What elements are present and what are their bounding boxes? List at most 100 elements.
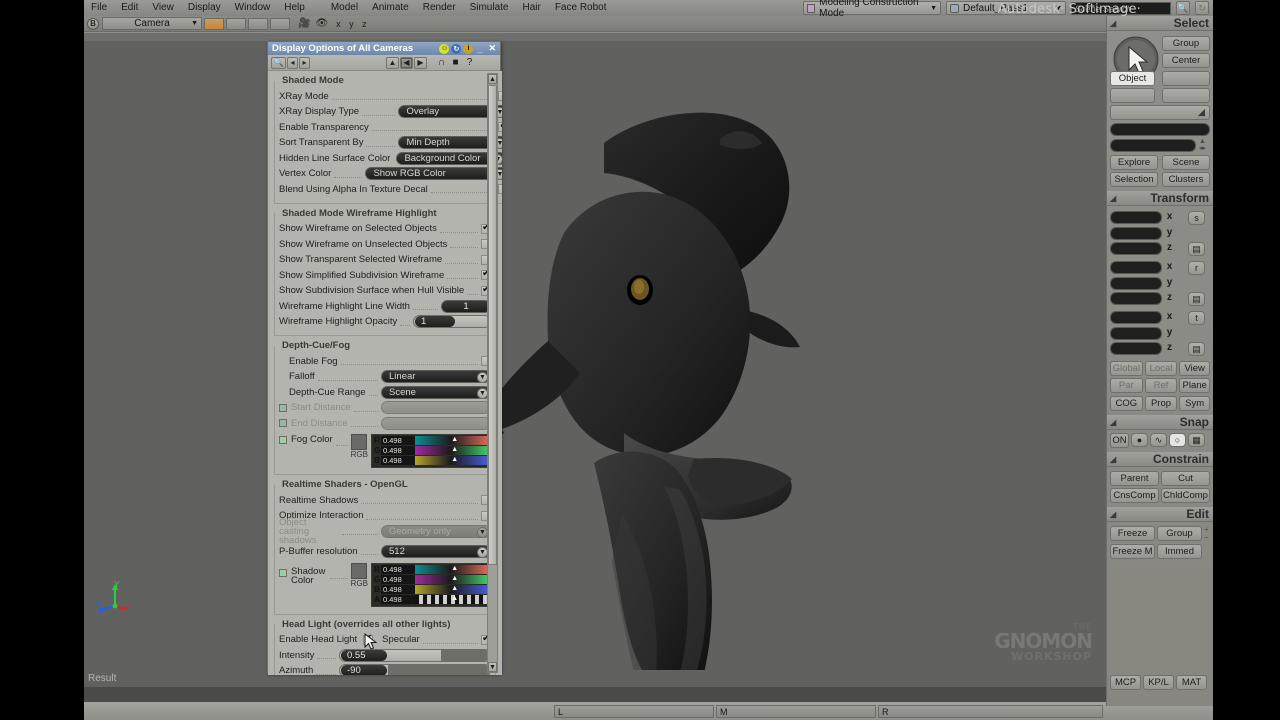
scale-mode-button[interactable]: s bbox=[1188, 211, 1205, 225]
select-button-blank-3[interactable]: . bbox=[1162, 88, 1210, 103]
channel-bar-b[interactable]: ▲ bbox=[415, 455, 489, 465]
display-options-dialog[interactable]: Display Options of All Cameras ☺ ↻ i _ ✕… bbox=[267, 41, 502, 675]
dropdown-depth-cue-range[interactable]: Scene ▼ bbox=[381, 385, 491, 399]
dropdown-falloff[interactable]: Linear ▼ bbox=[381, 370, 491, 383]
row-wf-opacity[interactable]: Wireframe Highlight Opacity 1 bbox=[279, 315, 491, 329]
row-pbuffer-resolution[interactable]: P-Buffer resolution 512 ▼ bbox=[279, 544, 491, 558]
cog-button[interactable]: COG bbox=[1110, 396, 1143, 411]
translate-keyframe-icon[interactable]: ▤ bbox=[1188, 342, 1205, 356]
global-button[interactable]: Global bbox=[1110, 361, 1143, 376]
row-end-distance[interactable]: End Distance bbox=[279, 416, 491, 430]
select-object-button[interactable]: Object bbox=[1110, 71, 1155, 86]
viewport-display-mode-4[interactable] bbox=[270, 17, 290, 30]
select-filter-button[interactable]: ◢ bbox=[1110, 105, 1210, 120]
minimize-icon[interactable]: _ bbox=[475, 44, 484, 54]
magnet-icon[interactable]: ∩ bbox=[435, 56, 448, 69]
row-xray-display-type[interactable]: XRay Display Type Overlay ▼ bbox=[279, 105, 502, 119]
row-shadow-color[interactable]: Shadow Color RGB R 0.498 ▲ G 0.498 ▲ B 0… bbox=[279, 561, 491, 607]
field-wf-line-width[interactable]: 1 bbox=[441, 299, 491, 313]
channel-bar-g[interactable]: ▲ bbox=[415, 575, 489, 584]
row-falloff[interactable]: Falloff Linear ▼ bbox=[279, 370, 491, 384]
row-depth-cue-range[interactable]: Depth-Cue Range Scene ▼ bbox=[279, 385, 491, 399]
scale-y-field[interactable] bbox=[1110, 227, 1162, 240]
menu-item-view[interactable]: View bbox=[145, 0, 181, 16]
section-header-snap[interactable]: ◢ Snap bbox=[1107, 415, 1213, 430]
info-icon[interactable]: i bbox=[463, 43, 474, 54]
shadow-channel-b[interactable]: B 0.498 ▲ bbox=[373, 585, 489, 594]
cnscomp-button[interactable]: CnsComp bbox=[1110, 488, 1159, 503]
scroll-up-icon[interactable]: ▲ bbox=[488, 74, 497, 84]
shadow-color-swatch[interactable] bbox=[351, 563, 368, 579]
field-end-distance[interactable] bbox=[381, 416, 491, 430]
group-button[interactable]: Group bbox=[1157, 526, 1202, 541]
fog-channel-b[interactable]: B 0.498 ▲ bbox=[373, 455, 489, 465]
rotate-keyframe-icon[interactable]: ▤ bbox=[1188, 292, 1205, 306]
menu-item-edit[interactable]: Edit bbox=[114, 0, 145, 16]
checkbox-xray-mode[interactable] bbox=[498, 91, 502, 101]
checkbox-enable-transparency[interactable] bbox=[498, 120, 502, 132]
dropdown-pbuffer-resolution[interactable]: 512 ▼ bbox=[381, 544, 491, 558]
checkbox-enable-head-light[interactable] bbox=[363, 633, 374, 645]
camera-icon[interactable]: 🎥 bbox=[298, 18, 310, 29]
up-arrow-icon[interactable]: ▲ bbox=[386, 56, 399, 69]
section-header-constrain[interactable]: ◢ Constrain bbox=[1107, 452, 1213, 467]
command-line-strip[interactable] bbox=[84, 687, 1213, 702]
row-start-distance[interactable]: Start Distance bbox=[279, 401, 491, 415]
channel-value-g[interactable]: 0.498 bbox=[381, 445, 415, 455]
surface-snap-icon[interactable]: ○ bbox=[1169, 433, 1186, 447]
smiley-icon[interactable]: ☺ bbox=[439, 43, 450, 54]
scale-x-field[interactable] bbox=[1110, 211, 1162, 224]
explore-button[interactable]: Explore bbox=[1110, 155, 1158, 170]
menu-item-window[interactable]: Window bbox=[228, 0, 278, 16]
channel-value-g[interactable]: 0.498 bbox=[381, 575, 415, 584]
shadow-channel-g[interactable]: G 0.498 ▲ bbox=[373, 575, 489, 584]
row-show-subdiv-surface[interactable]: Show Subdivision Surface when Hull Visib… bbox=[279, 284, 491, 298]
channel-value-r[interactable]: 0.498 bbox=[381, 565, 415, 574]
dialog-title-bar[interactable]: Display Options of All Cameras ☺ ↻ i _ ✕ bbox=[268, 42, 500, 55]
viewport-display-mode-1[interactable] bbox=[204, 17, 224, 30]
selection-button[interactable]: Selection bbox=[1110, 172, 1158, 187]
prop-button[interactable]: Prop bbox=[1144, 396, 1178, 411]
eye-icon[interactable]: 👁 bbox=[315, 18, 328, 29]
kpl-button[interactable]: KP/L bbox=[1143, 675, 1174, 690]
shadow-color-widget[interactable]: RGB R 0.498 ▲ G 0.498 ▲ B 0.498 ▲ A 0.49… bbox=[351, 563, 491, 607]
scrollbar-thumb[interactable] bbox=[488, 85, 497, 565]
menu-item-help[interactable]: Help bbox=[277, 0, 312, 16]
row-show-simplified-subdiv[interactable]: Show Simplified Subdivision Wireframe bbox=[279, 268, 491, 282]
radio-start-distance[interactable] bbox=[279, 403, 287, 412]
fog-channel-r[interactable]: R 0.498 ▲ bbox=[373, 435, 489, 445]
row-azimuth[interactable]: Azimuth -90 bbox=[279, 664, 491, 675]
radio-fog-color[interactable] bbox=[279, 435, 287, 444]
section-header-edit[interactable]: ◢ Edit bbox=[1107, 507, 1213, 522]
row-sort-transparent-by[interactable]: Sort Transparent By Min Depth ▼ bbox=[279, 136, 502, 150]
menu-item-file[interactable]: File bbox=[84, 0, 114, 16]
slider-intensity[interactable]: 0.55 bbox=[339, 648, 491, 662]
view-button[interactable]: View bbox=[1179, 361, 1210, 376]
channel-bar-r[interactable]: ▲ bbox=[415, 435, 489, 445]
menu-item-face-robot[interactable]: Face Robot bbox=[548, 0, 614, 16]
scale-z-field[interactable] bbox=[1110, 242, 1162, 255]
selection-stepper-icon[interactable]: ▲ ◂▸ bbox=[1199, 138, 1206, 152]
channel-value-b[interactable]: 0.498 bbox=[381, 455, 415, 465]
radio-shadow-color[interactable] bbox=[279, 569, 287, 577]
dialog-scrollbar[interactable]: ▲ ▼ bbox=[487, 73, 498, 673]
channel-value-a[interactable]: 0.498 bbox=[381, 595, 415, 604]
menu-item-display[interactable]: Display bbox=[181, 0, 228, 16]
local-button[interactable]: Local bbox=[1144, 361, 1178, 376]
row-fog-color[interactable]: Fog Color RGB R 0.498 ▲ G 0.498 ▲ B 0.49… bbox=[279, 432, 491, 468]
mcp-button[interactable]: MCP bbox=[1110, 675, 1141, 690]
chldcomp-button[interactable]: ChldComp bbox=[1161, 488, 1210, 503]
channel-bar-g[interactable]: ▲ bbox=[415, 445, 489, 455]
rotate-mode-button[interactable]: r bbox=[1188, 261, 1205, 275]
translate-y-field[interactable] bbox=[1110, 327, 1162, 340]
edit-stepper-icon[interactable]: + − bbox=[1204, 526, 1209, 542]
cut-button[interactable]: Cut bbox=[1161, 471, 1210, 486]
select-center-button[interactable]: Center bbox=[1162, 53, 1210, 68]
rotate-x-field[interactable] bbox=[1110, 261, 1162, 274]
fog-color-mode-label[interactable]: RGB bbox=[351, 450, 368, 459]
refresh-icon[interactable]: ↻ bbox=[1195, 1, 1209, 15]
channel-bar-a[interactable]: ▲ bbox=[415, 595, 489, 604]
select-button-blank-1[interactable]: . bbox=[1162, 71, 1210, 86]
row-object-casting-shadows[interactable]: Object casting shadows Geometry only ▼ bbox=[279, 517, 491, 545]
close-icon[interactable]: ✕ bbox=[486, 43, 498, 54]
